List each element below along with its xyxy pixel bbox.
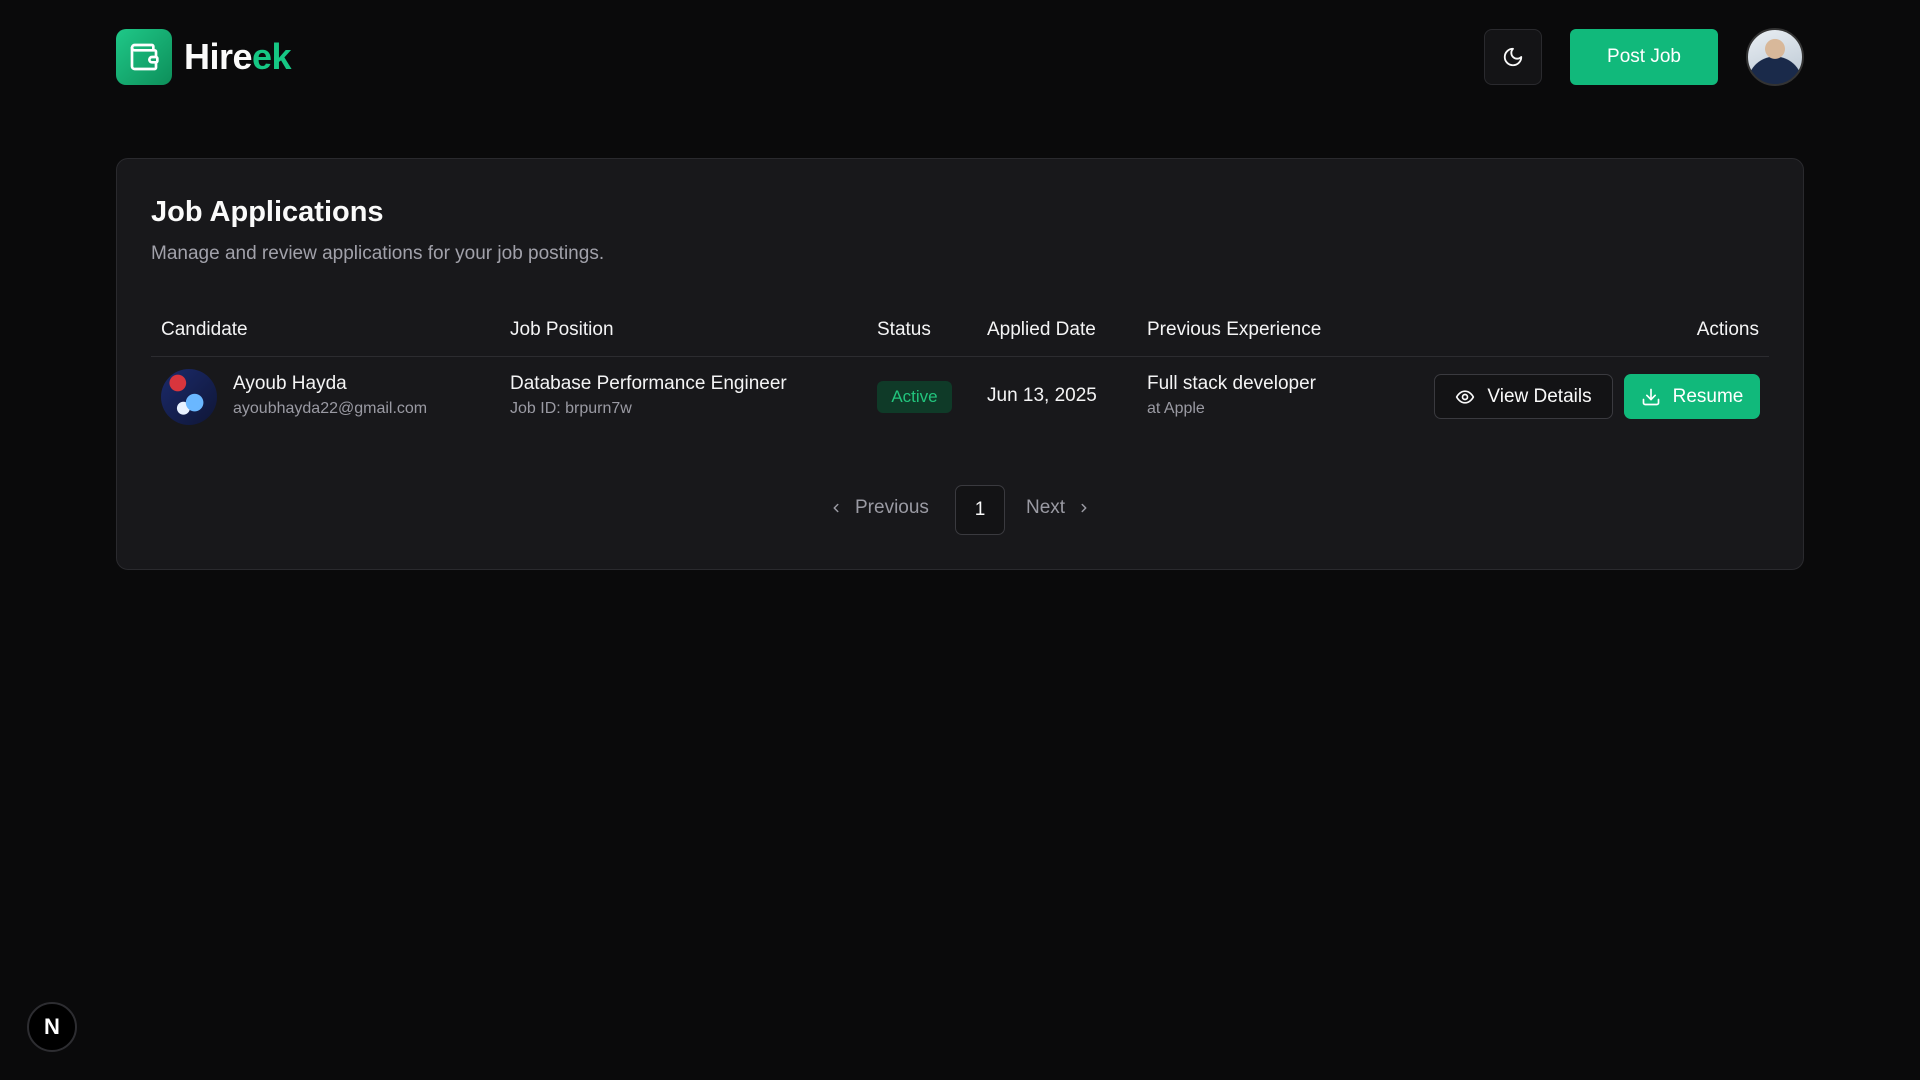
status-badge: Active — [877, 381, 952, 413]
chevron-left-icon — [833, 503, 839, 513]
column-header-job-position: Job Position — [510, 319, 614, 340]
experience-company: at Apple — [1147, 400, 1205, 417]
applied-date: Jun 13, 2025 — [987, 385, 1097, 406]
next-label: Next — [1026, 497, 1066, 518]
brand[interactable]: Hireek — [116, 29, 292, 85]
moon-icon — [1503, 47, 1523, 67]
table-header: Candidate Job Position Status Applied Da… — [151, 311, 1769, 357]
job-id: Job ID: brpurn7w — [510, 400, 632, 417]
next-page-button[interactable]: Next — [1026, 497, 1091, 519]
brand-name-suffix: ek — [252, 36, 292, 77]
previous-label: Previous — [855, 497, 929, 518]
table-row: Ayoub Hayda ayoubhayda22@gmail.com Datab… — [151, 357, 1769, 437]
top-header: Hireek Post Job — [116, 28, 1804, 86]
resume-label: Resume — [1672, 385, 1744, 407]
candidate-name: Ayoub Hayda — [233, 373, 347, 394]
wallet-icon — [116, 29, 172, 85]
download-icon — [1642, 388, 1659, 405]
candidate-email: ayoubhayda22@gmail.com — [233, 400, 428, 417]
resume-download-button[interactable]: Resume — [1624, 374, 1760, 419]
view-details-label: View Details — [1487, 385, 1592, 407]
column-header-previous-experience: Previous Experience — [1147, 319, 1322, 340]
column-header-status: Status — [877, 319, 931, 340]
dev-tools-badge[interactable]: N — [27, 1002, 77, 1052]
column-header-actions: Actions — [1696, 319, 1759, 340]
chevron-right-icon — [1081, 503, 1087, 513]
page-subtitle: Manage and review applications for your … — [151, 243, 605, 264]
eye-icon — [1456, 389, 1475, 404]
previous-page-button[interactable]: Previous — [829, 497, 929, 519]
pagination: Previous 1 Next — [117, 485, 1803, 535]
job-applications-card: Job Applications Manage and review appli… — [116, 158, 1804, 570]
column-header-candidate: Candidate — [161, 319, 248, 340]
post-job-button[interactable]: Post Job — [1570, 29, 1718, 85]
page-number-button[interactable]: 1 — [955, 485, 1005, 535]
user-avatar[interactable] — [1746, 28, 1804, 86]
brand-name-prefix: Hire — [184, 36, 253, 77]
job-title: Database Performance Engineer — [510, 373, 787, 394]
experience-title: Full stack developer — [1147, 373, 1316, 394]
candidate-avatar — [161, 369, 217, 425]
view-details-button[interactable]: View Details — [1434, 374, 1613, 419]
brand-name: Hireek — [184, 36, 292, 78]
theme-toggle-button[interactable] — [1484, 29, 1542, 85]
page-title: Job Applications — [151, 196, 384, 228]
column-header-applied-date: Applied Date — [987, 319, 1096, 340]
header-actions: Post Job — [1484, 28, 1804, 86]
